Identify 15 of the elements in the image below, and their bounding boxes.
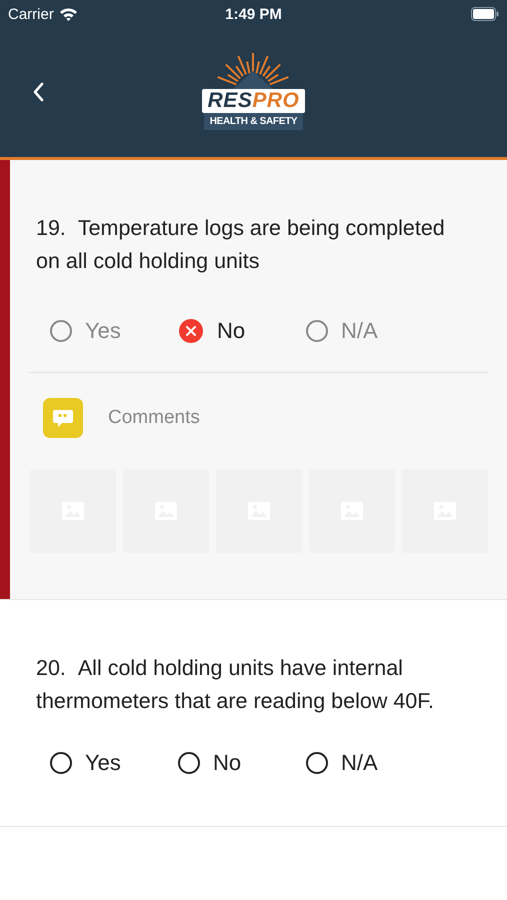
chevron-left-icon [32,82,44,102]
radio-option[interactable]: No [178,748,306,778]
logo-wordmark: RESPRO [202,89,306,113]
radio-option[interactable]: N/A [306,748,434,778]
battery-icon [471,7,499,21]
x-mark-icon [178,318,204,344]
clock-time: 1:49 PM [225,6,282,22]
wifi-icon [58,7,78,21]
question-text: 20. All cold holding units have internal thermometers that are reading below 40F. [35,655,435,715]
question-text: 19. Temperature logs are being completed on all cold holding units [35,215,446,275]
carrier-name: Carrier [8,6,54,22]
comment-icon[interactable] [43,398,83,438]
radio-option[interactable]: No [178,316,306,346]
radio-option[interactable]: Yes [50,748,178,778]
logo-tagline: HEALTH & SAFETY [204,113,304,130]
